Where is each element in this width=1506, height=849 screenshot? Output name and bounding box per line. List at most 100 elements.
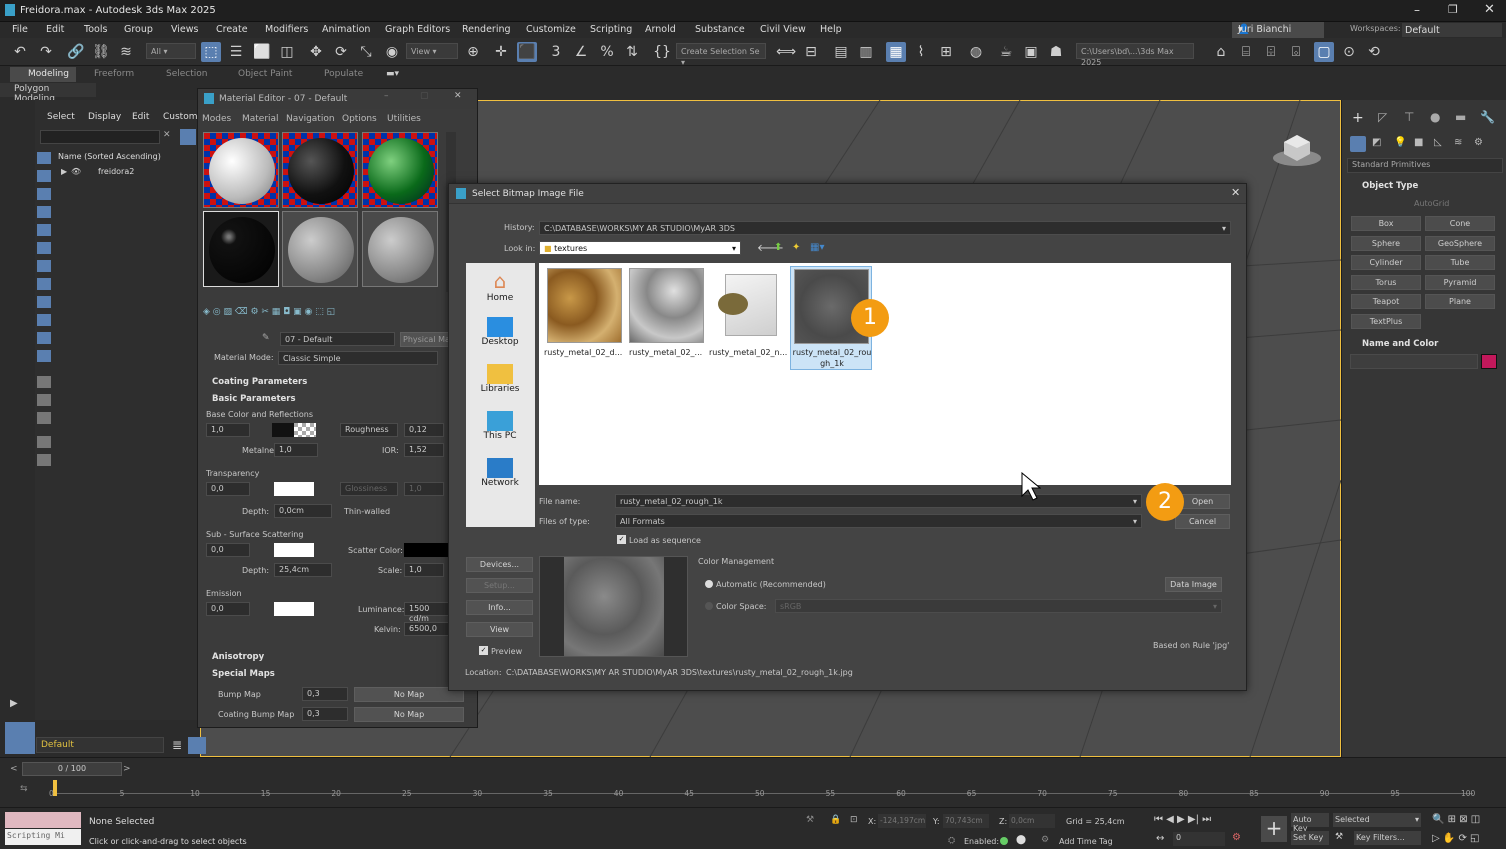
material-slot-5[interactable] [282,211,358,287]
devices-button[interactable]: Devices... [466,557,533,572]
maxscript-mini-listener[interactable]: Scripting Mi [5,829,81,845]
project-open-icon[interactable]: ⌸ [1236,42,1256,62]
viewport-layout-icon[interactable]: ▢ [1314,42,1334,62]
display-none-icon[interactable] [37,394,51,406]
base-color-swatch[interactable] [272,423,294,437]
basic-parameters-header[interactable]: Basic Parameters [212,394,296,404]
clear-search-icon[interactable]: ✕ [163,130,171,140]
cameras-category-icon[interactable]: ■ [1414,137,1423,148]
explorer-filter-icon[interactable] [180,129,196,145]
menu-arnold[interactable]: Arnold [645,24,676,35]
roughness-dropdown[interactable]: Roughness [340,423,398,437]
y-coordinate[interactable]: 70,743cm [943,814,989,828]
menu-modifiers[interactable]: Modifiers [265,24,308,35]
tube-button[interactable]: Tube [1425,255,1495,270]
file-item[interactable]: rusty_metal_02_n... [709,268,791,371]
bump-map-checkbox[interactable]: Bump Map [218,690,261,699]
emission-color-swatch[interactable] [274,602,314,616]
layer-explorer-toggle[interactable] [5,722,35,754]
cancel-button[interactable]: Cancel [1175,514,1230,529]
menu-edit[interactable]: Edit [46,24,64,35]
pyramid-button[interactable]: Pyramid [1425,275,1495,290]
menu-tools[interactable]: Tools [84,24,107,35]
explorer-menu-edit[interactable]: Edit [132,112,149,122]
absolute-mode-icon[interactable]: ⊡ [850,815,858,825]
user-account[interactable]: 👤 Juri Bianchi ▾ [1232,22,1324,38]
close-icon[interactable]: ✕ [1484,2,1495,17]
create-tab-icon[interactable]: + [1352,110,1364,126]
name-color-header[interactable]: Name and Color [1362,339,1438,349]
material-slot-1[interactable] [203,132,279,208]
history-dropdown[interactable]: C:\DATABASE\WORKS\MY AR STUDIO\MyAR 3DS ▾ [539,221,1231,235]
redo-icon[interactable]: ↷ [36,42,56,62]
automatic-radio[interactable] [705,580,713,588]
set-key-button[interactable]: Set Key [1291,831,1329,845]
new-folder-icon[interactable]: ✦ [792,242,800,253]
lights-category-icon[interactable]: 💡 [1394,137,1406,148]
place-libraries[interactable]: Libraries [468,364,532,394]
layer-dropdown[interactable]: Default [36,737,164,753]
mirror-icon[interactable]: ⟺ [776,42,796,62]
coating-bump-spinner[interactable]: 0,3 [302,707,348,721]
place-this-pc[interactable]: This PC [468,411,532,441]
color-space-dropdown[interactable]: sRGB ▾ [775,599,1222,613]
menu-file[interactable]: File [12,24,28,35]
sss-spinner[interactable]: 0,0 [206,543,250,557]
filter-xrefs-icon[interactable] [37,278,51,290]
filter-spacewarps-icon[interactable] [37,242,51,254]
load-sequence-checkbox[interactable]: ✓ [617,535,626,544]
move-icon[interactable]: ✥ [306,42,326,62]
info-button[interactable]: Info... [466,600,533,615]
time-config-icon[interactable]: ⚙ [1232,832,1241,843]
playback-controls-icon[interactable]: ⏮ ◀ ▶ ▶| ⏭ [1154,814,1211,825]
metalness-spinner[interactable]: 1,0 [274,443,318,457]
auto-key-button[interactable]: Auto Key [1291,813,1329,833]
pivot-center-icon[interactable]: ⊕ [463,42,483,62]
undo-icon[interactable]: ↶ [10,42,30,62]
x-coordinate[interactable]: -124,197cm [878,814,926,828]
key-mode-icon[interactable]: ↔ [1156,833,1164,844]
add-time-tag-icon[interactable]: ⚙ [1041,835,1049,845]
material-slot-4[interactable] [203,211,279,287]
keyboard-shortcut-override-icon[interactable]: ⬛ [517,42,537,62]
me-close-icon[interactable]: ✕ [454,91,462,101]
object-color-swatch[interactable] [1481,354,1497,369]
filter-funnel-icon[interactable] [37,436,51,448]
lookin-dropdown[interactable]: ■ textures ▾ [539,241,741,255]
glossiness-spinner[interactable]: 1,0 [404,482,444,496]
thin-walled-checkbox[interactable]: Thin-walled [344,507,390,516]
me-maximize-icon[interactable]: ▢ [420,91,429,101]
filter-containers-icon[interactable] [37,314,51,326]
place-desktop[interactable]: Desktop [468,317,532,347]
filter-lights-icon[interactable] [37,188,51,200]
rotate-icon[interactable]: ⟳ [331,42,351,62]
scale-spinner[interactable]: 1,0 [404,563,444,577]
expand-panel-icon[interactable]: ▶ [10,698,18,709]
place-home[interactable]: ⌂ Home [468,269,532,303]
view-menu-icon[interactable]: ▦▾ [810,242,824,253]
me-menu-options[interactable]: Options [342,114,377,124]
me-menu-utilities[interactable]: Utilities [387,114,421,124]
autogrid-checkbox[interactable]: AutoGrid [1414,199,1449,208]
ai-assistant-icon[interactable]: ⊙ [1339,42,1359,62]
percent-snap-icon[interactable]: % [597,42,617,62]
selection-set-dropdown[interactable]: Selected ▾ [1333,813,1421,827]
menu-scripting[interactable]: Scripting [590,24,632,35]
bind-space-warp-icon[interactable]: ≋ [116,42,136,62]
bump-map-spinner[interactable]: 0,3 [302,687,348,701]
file-item[interactable]: rusty_metal_02_... [629,268,707,371]
project-path-field[interactable]: C:\Users\bd\...\3ds Max 2025 [1076,43,1194,67]
textplus-button[interactable]: TextPlus [1351,314,1421,329]
hierarchy-tab-icon[interactable]: ⊤ [1404,110,1414,124]
time-slider[interactable]: 0 / 100 [22,762,122,776]
geosphere-button[interactable]: GeoSphere [1425,236,1495,251]
menu-animation[interactable]: Animation [322,24,370,35]
maxscript-listener[interactable] [5,812,81,828]
shapes-category-icon[interactable]: ◩ [1372,137,1381,148]
enabled-indicator[interactable] [1000,837,1008,845]
zoom-icon[interactable]: 🔍 ⊞ ⊠ ◫ [1432,814,1480,825]
track-bar-icon[interactable]: ⇆ [20,784,28,794]
selection-filter-dropdown[interactable]: All ▾ [146,43,196,59]
placement-icon[interactable]: ◉ [382,42,402,62]
helpers-category-icon[interactable]: ◺ [1434,137,1442,148]
